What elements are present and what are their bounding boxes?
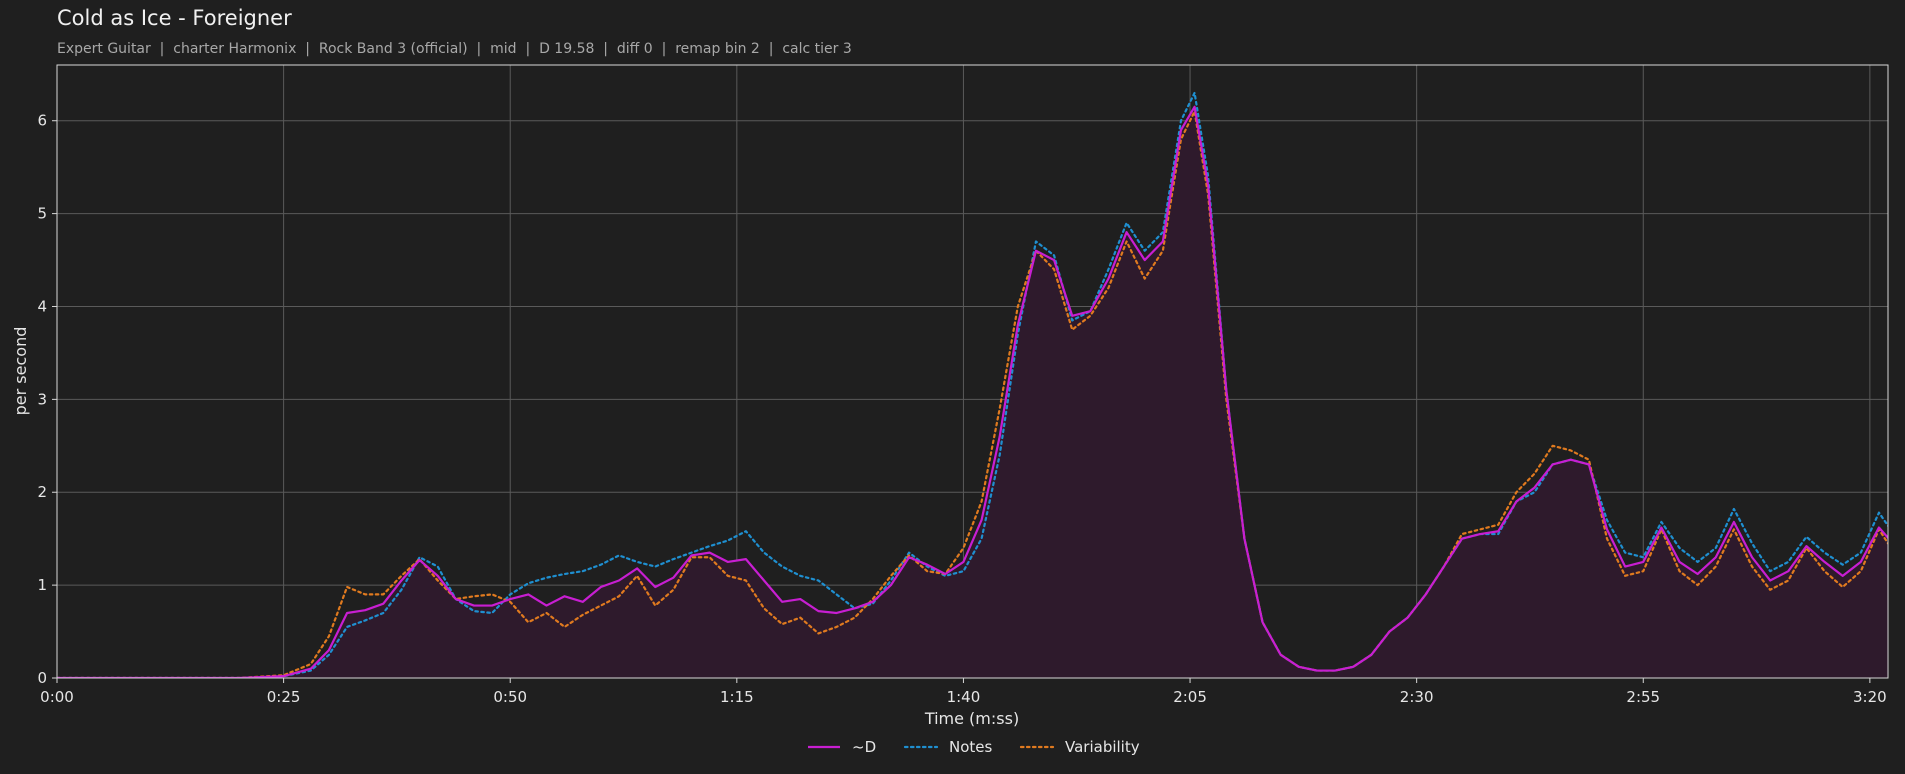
legend-label: Notes (949, 738, 993, 756)
legend-item-variability: Variability (1019, 738, 1140, 756)
x-tick-label: 3:20 (1853, 688, 1887, 706)
legend-label: Variability (1065, 738, 1140, 756)
x-tick-label: 0:00 (40, 688, 74, 706)
y-tick-label: 1 (37, 576, 47, 594)
legend-item-d: ~D (808, 738, 876, 756)
x-tick-label: 1:40 (947, 688, 981, 706)
legend-label: ~D (852, 738, 876, 756)
x-tick-label: 2:55 (1626, 688, 1660, 706)
chart-canvas: 0:00 0:25 0:50 1:15 1:40 2:05 2:30 2:55 3:20 0 1 2… (11, 64, 1889, 756)
legend-item-notes: Notes (903, 738, 993, 756)
x-tick-label: 0:25 (267, 688, 301, 706)
y-tick-label: 0 (37, 669, 47, 687)
y-tick-label: 3 (37, 390, 47, 408)
x-tick-label: 0:50 (493, 688, 527, 706)
y-axis: 0 1 2 3 4 5 6 (37, 112, 57, 687)
y-tick-label: 5 (37, 205, 47, 223)
x-tick-label: 2:30 (1400, 688, 1434, 706)
x-axis: 0:00 0:25 0:50 1:15 1:40 2:05 2:30 2:55 3:20 (40, 678, 1887, 706)
x-tick-label: 2:05 (1173, 688, 1207, 706)
x-axis-label: Time (m:ss) (924, 709, 1019, 728)
x-tick-label: 1:15 (720, 688, 754, 706)
y-tick-label: 4 (37, 297, 47, 315)
y-tick-label: 2 (37, 483, 47, 501)
y-axis-label: per second (11, 327, 30, 416)
legend: ~D Notes Variability (808, 738, 1140, 756)
y-tick-label: 6 (37, 112, 47, 130)
